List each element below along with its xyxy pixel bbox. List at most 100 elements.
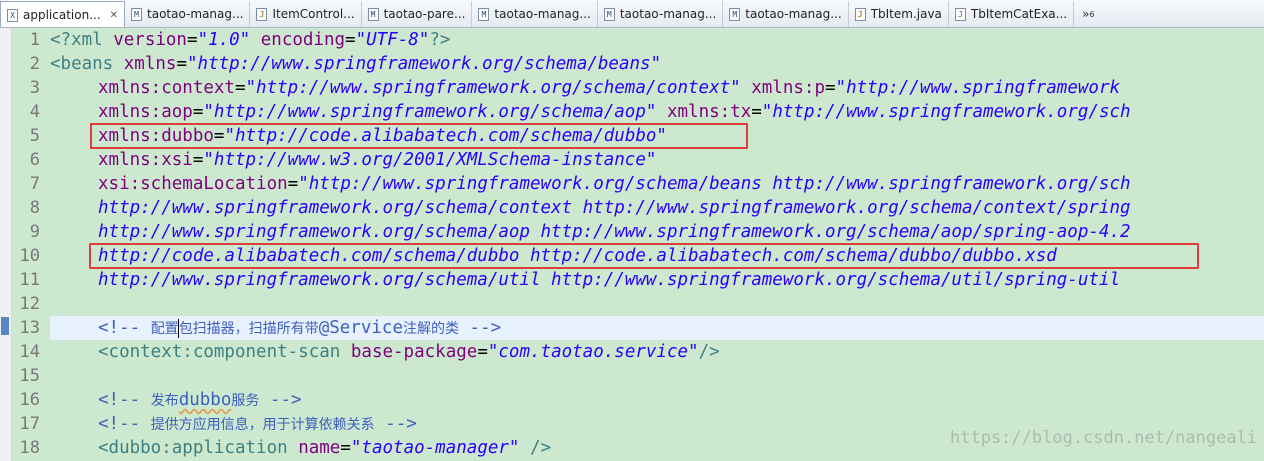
tab-taotao-manager-pom-2[interactable]: M taotao-manag... (472, 1, 598, 27)
tab-taotao-manager-pom-3[interactable]: M taotao-manag... (598, 1, 724, 27)
tab-label: taotao-manag... (494, 7, 591, 21)
line-number: 17 (19, 414, 40, 434)
attr-name: xmlns:p (740, 78, 825, 98)
comment-close: --> (374, 414, 417, 434)
comment-text: dubbo (178, 390, 232, 410)
tab-taotao-parent-pom[interactable]: M taotao-pare... (362, 1, 473, 27)
code-line-4: xmlns:aop="http://www.springframework.or… (98, 100, 1131, 124)
line-number: 5 (29, 126, 40, 146)
attr-value: "http://www.springframework.org/schema/c… (245, 78, 741, 98)
equals: = (213, 126, 225, 146)
attr-name: xmlns:context (98, 78, 235, 98)
line-number: 15 (19, 366, 40, 386)
line-number: 14 (19, 342, 40, 362)
equals: = (192, 102, 204, 122)
attr-name: xmlns:xsi (98, 150, 193, 170)
line-number: 11 (19, 270, 40, 290)
attr-value: http://www.springframework.org/schema/co… (98, 198, 1131, 218)
close-icon[interactable]: ✕ (110, 10, 118, 21)
code-line-1: <?xml version="1.0" encoding="UTF-8"?> (50, 28, 450, 52)
attr-name: xmlns:tx (656, 102, 752, 122)
tab-tbitem-java[interactable]: J TbItem.java (849, 1, 949, 27)
equals: = (186, 30, 198, 50)
code-area[interactable]: <?xml version="1.0" encoding="UTF-8"?> <… (50, 28, 1264, 461)
comment-text: @Service (318, 318, 403, 338)
code-line-3: xmlns:context="http://www.springframewor… (98, 76, 1120, 100)
line-number: 8 (29, 198, 40, 218)
line-number: 13 (19, 318, 40, 338)
tab-overflow-button[interactable]: » 6 (1074, 1, 1102, 27)
attr-name: xmlns (123, 54, 177, 74)
line-number: 9 (29, 222, 40, 242)
tab-item-controller[interactable]: J ItemControl... (250, 1, 362, 27)
line-number: 12 (19, 294, 40, 314)
code-line-5: xmlns:dubbo="http://code.alibabatech.com… (98, 124, 667, 148)
maven-pom-icon: M (478, 7, 490, 21)
watermark: https://blog.csdn.net/nangeali (950, 428, 1258, 448)
java-file-icon: J (854, 7, 866, 21)
attr-value: "http://www.springframework.org/schema/b… (298, 174, 1131, 194)
comment-text: 提供方应用信息，用于计算依赖关系 (150, 417, 375, 433)
tab-taotao-manager-pom-1[interactable]: M taotao-manag... (125, 1, 251, 27)
maven-pom-icon: M (367, 7, 379, 21)
java-file-icon: J (256, 7, 268, 21)
attr-value: "http://www.springframework (835, 78, 1121, 98)
line-number: 7 (29, 174, 40, 194)
code-line-6: xmlns:xsi="http://www.w3.org/2001/XMLSch… (98, 148, 656, 172)
tab-label: TbItemCatExa... (970, 7, 1068, 21)
code-line-7: xsi:schemaLocation="http://www.springfra… (98, 172, 1131, 196)
attr-value: "UTF-8" (355, 30, 430, 50)
overflow-chevron-icon: » (1082, 7, 1090, 21)
attr-name: encoding (250, 30, 346, 50)
maven-pom-icon: M (131, 7, 143, 21)
tab-label: taotao-pare... (383, 7, 466, 21)
code-line-16: <!-- 发布dubbo服务 --> (98, 388, 302, 412)
comment-text: 服务 (231, 393, 260, 409)
attr-value: "http://www.w3.org/2001/XMLSchema-instan… (203, 150, 657, 170)
comment-close: --> (259, 390, 302, 410)
comment-text: 发布 (150, 393, 179, 409)
line-number: 16 (19, 390, 40, 410)
attr-value: http://www.springframework.org/schema/ut… (98, 270, 1120, 290)
code-line-2: <beans xmlns="http://www.springframework… (50, 52, 661, 76)
xml-file-icon: X (7, 8, 18, 22)
attr-name: name (298, 438, 341, 458)
xml-editor[interactable]: 1 2 3 4 5 6 7 8 9 10 11 12 13 14 15 16 1… (0, 28, 1264, 461)
attr-name: xsi:schemaLocation (98, 174, 288, 194)
current-line-marker-icon (1, 317, 9, 335)
line-number: 4 (29, 102, 40, 122)
line-number-gutter: 1 2 3 4 5 6 7 8 9 10 11 12 13 14 15 16 1… (12, 28, 46, 461)
attr-name: xmlns:dubbo (98, 126, 214, 146)
line-number: 10 (19, 246, 40, 266)
code-line-14: <context:component-scan base-package="co… (98, 340, 720, 364)
xml-decl-close: ?> (429, 30, 451, 50)
attr-value: "http://www.springframework.org/sch (761, 102, 1131, 122)
equals: = (287, 174, 299, 194)
tab-application-xml[interactable]: X application... ✕ (0, 1, 126, 27)
attr-name: base-package (350, 342, 478, 362)
tab-taotao-manager-pom-4[interactable]: M taotao-manag... (723, 1, 849, 27)
tab-label: ItemControl... (272, 7, 355, 21)
line-number: 2 (29, 54, 40, 74)
maven-pom-icon: M (729, 7, 741, 21)
tab-tbitemcat-example[interactable]: J TbItemCatExa... (949, 1, 1075, 27)
attr-value: "com.taotao.service" (487, 342, 699, 362)
code-line-8: http://www.springframework.org/schema/co… (98, 196, 1131, 220)
code-line-18: <dubbo:application name="taotao-manager"… (98, 436, 551, 460)
maven-pom-icon: M (603, 7, 615, 21)
line-number: 1 (29, 30, 40, 50)
line-number: 3 (29, 78, 40, 98)
comment-text: 包扫描器，扫描所有带 (178, 321, 319, 337)
attr-value: "1.0" (197, 30, 251, 50)
xml-decl-open: <?xml (50, 30, 114, 50)
equals: = (192, 150, 204, 170)
equals: = (234, 78, 246, 98)
tag-close: /> (519, 438, 552, 458)
attr-value: http://code.alibabatech.com/schema/dubbo… (98, 246, 1057, 266)
code-line-17: <!-- 提供方应用信息，用于计算依赖关系 --> (98, 412, 417, 436)
equals: = (340, 438, 351, 458)
tab-label: taotao-manag... (745, 7, 842, 21)
code-line-9: http://www.springframework.org/schema/ao… (98, 220, 1131, 244)
comment-open: <!-- (98, 318, 151, 338)
tag-name: <beans (50, 54, 124, 74)
